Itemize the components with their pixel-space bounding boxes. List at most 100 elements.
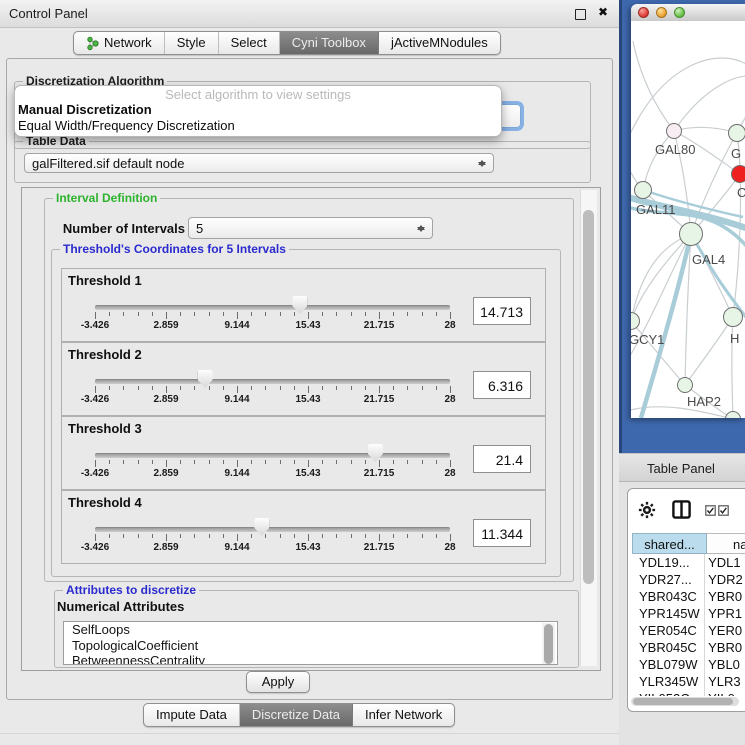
table-row[interactable]: YLR345WYLR3 xyxy=(632,673,745,690)
cell-shared-name[interactable]: YBR045C xyxy=(632,639,705,656)
tab-network[interactable]: Network xyxy=(74,32,165,54)
node-label-c: C xyxy=(737,185,745,200)
checkbox-checked-icon[interactable] xyxy=(705,505,716,516)
zoom-traffic-light[interactable] xyxy=(674,7,685,18)
table-row[interactable]: YPR145WYPR1 xyxy=(632,605,745,622)
slider-tick-label: 28 xyxy=(444,394,455,405)
cell-name[interactable]: YIL0 xyxy=(705,690,745,696)
slider-thumb[interactable] xyxy=(198,370,213,388)
number-of-intervals-combo[interactable]: 5 xyxy=(188,217,433,239)
network-canvas[interactable]: GAL80GCGAL11GAL4GCY1HHAP2 xyxy=(631,21,745,418)
network-node-gal11[interactable] xyxy=(634,181,652,199)
tab-style[interactable]: Style xyxy=(165,32,219,54)
gear-icon[interactable] xyxy=(638,501,656,519)
table-row[interactable]: YIL052CYIL0 xyxy=(632,690,745,696)
slider-tick-label: 15.43 xyxy=(295,394,320,405)
slider-tick xyxy=(450,386,451,393)
list-item-betweennesscentrality[interactable]: BetweennessCentrality xyxy=(64,653,557,665)
menu-item-equal-width-frequency-discretization[interactable]: Equal Width/Frequency Discretization xyxy=(15,118,501,134)
slider-tick xyxy=(294,386,295,390)
slider-tick xyxy=(450,534,451,541)
thresholds-title: Threshold's Coordinates for 5 Intervals xyxy=(60,242,289,256)
table-row[interactable]: YDR27...YDR2 xyxy=(632,571,745,588)
slider-track[interactable] xyxy=(95,305,450,310)
slider-tick xyxy=(138,534,139,538)
tab-cyni-toolbox[interactable]: Cyni Toolbox xyxy=(280,32,379,54)
table-row[interactable]: YBR045CYBR0 xyxy=(632,639,745,656)
slider-track[interactable] xyxy=(95,379,450,384)
slider-track[interactable] xyxy=(95,453,450,458)
threshold-value-field[interactable]: 14.713 xyxy=(473,297,531,325)
table-row[interactable]: YDL19...YDL1 xyxy=(632,554,745,571)
split-columns-icon[interactable] xyxy=(672,500,691,519)
network-node-hap2[interactable] xyxy=(677,377,693,393)
tab-select[interactable]: Select xyxy=(219,32,280,54)
column-header-name[interactable]: na xyxy=(707,533,745,554)
attributes-scrollbar[interactable] xyxy=(542,623,555,664)
table-row[interactable]: YER054CYER0 xyxy=(632,622,745,639)
slider-tick xyxy=(322,534,323,538)
cell-name[interactable]: YPR1 xyxy=(705,605,745,622)
float-window-icon[interactable] xyxy=(575,9,586,20)
minimize-traffic-light[interactable] xyxy=(656,7,667,18)
network-node-c[interactable] xyxy=(731,165,745,183)
cell-shared-name[interactable]: YER054C xyxy=(632,622,705,639)
cell-shared-name[interactable]: YIL052C xyxy=(632,690,705,696)
tab-discretize-data[interactable]: Discretize Data xyxy=(240,704,353,726)
bottom-divider xyxy=(0,733,619,734)
slider-tick-label: 28 xyxy=(444,320,455,331)
cell-name[interactable]: YBL0 xyxy=(705,656,745,673)
threshold-value-field[interactable]: 11.344 xyxy=(473,519,531,547)
table-row[interactable]: YBR043CYBR0 xyxy=(632,588,745,605)
tab-impute-data[interactable]: Impute Data xyxy=(144,704,240,726)
tab-infer-network[interactable]: Infer Network xyxy=(353,704,454,726)
slider-tick xyxy=(280,386,281,390)
close-icon[interactable]: ✖ xyxy=(598,5,608,19)
menu-item-manual-discretization[interactable]: Manual Discretization xyxy=(15,102,501,118)
table-data-combo[interactable]: galFiltered.sif default node xyxy=(24,153,494,173)
slider-tick-label: 2.859 xyxy=(153,320,178,331)
close-traffic-light[interactable] xyxy=(638,7,649,18)
cell-shared-name[interactable]: YLR345W xyxy=(632,673,705,690)
apply-button[interactable]: Apply xyxy=(246,671,310,693)
slider-tick xyxy=(265,312,266,316)
network-node-gal80[interactable] xyxy=(666,123,682,139)
cell-name[interactable]: YDL1 xyxy=(705,554,745,571)
network-node-gal4[interactable] xyxy=(679,222,703,246)
list-item-topologicalcoefficient[interactable]: TopologicalCoefficient xyxy=(64,638,557,654)
cell-name[interactable]: YER0 xyxy=(705,622,745,639)
slider-track[interactable] xyxy=(95,527,450,532)
cell-shared-name[interactable]: YDL19... xyxy=(632,554,705,571)
slider-thumb[interactable] xyxy=(254,518,269,536)
attributes-scrollbar-thumb[interactable] xyxy=(544,624,553,664)
column-header-shared-name[interactable]: shared... xyxy=(632,533,707,554)
cell-shared-name[interactable]: YDR27... xyxy=(632,571,705,588)
cell-name[interactable]: YDR2 xyxy=(705,571,745,588)
settings-vertical-scrollbar[interactable] xyxy=(580,190,597,666)
table-row[interactable]: YBL079WYBL0 xyxy=(632,656,745,673)
cell-name[interactable]: YLR3 xyxy=(705,673,745,690)
threshold-value-field[interactable]: 21.4 xyxy=(473,445,531,473)
cell-name[interactable]: YBR0 xyxy=(705,639,745,656)
node-label-h: H xyxy=(730,331,739,346)
cell-name[interactable]: YBR0 xyxy=(705,588,745,605)
top-tab-bar: NetworkStyleSelectCyni ToolboxjActiveMNo… xyxy=(73,31,501,55)
settings-scrollbar-thumb[interactable] xyxy=(583,210,594,584)
slider-tick xyxy=(194,312,195,316)
cell-shared-name[interactable]: YPR145W xyxy=(632,605,705,622)
desktop-background: GAL80GCGAL11GAL4GCY1HHAP2 xyxy=(619,0,745,453)
tab-label: Impute Data xyxy=(156,704,227,726)
cell-shared-name[interactable]: YBR043C xyxy=(632,588,705,605)
threshold-value-field[interactable]: 6.316 xyxy=(473,371,531,399)
list-item-selfloops[interactable]: SelfLoops xyxy=(64,622,557,638)
tab-jactivemnodules[interactable]: jActiveMNodules xyxy=(379,32,500,54)
table-horizontal-scrollbar[interactable] xyxy=(631,697,739,706)
cell-shared-name[interactable]: YBL079W xyxy=(632,656,705,673)
network-node-h[interactable] xyxy=(723,307,743,327)
slider-tick xyxy=(393,312,394,316)
checkbox-checked-icon[interactable] xyxy=(718,505,729,516)
table-hscrollbar-thumb[interactable] xyxy=(633,698,733,705)
slider-thumb[interactable] xyxy=(368,444,383,462)
numerical-attributes-list[interactable]: SelfLoopsTopologicalCoefficientBetweenne… xyxy=(63,621,558,665)
network-node-g[interactable] xyxy=(728,124,745,142)
